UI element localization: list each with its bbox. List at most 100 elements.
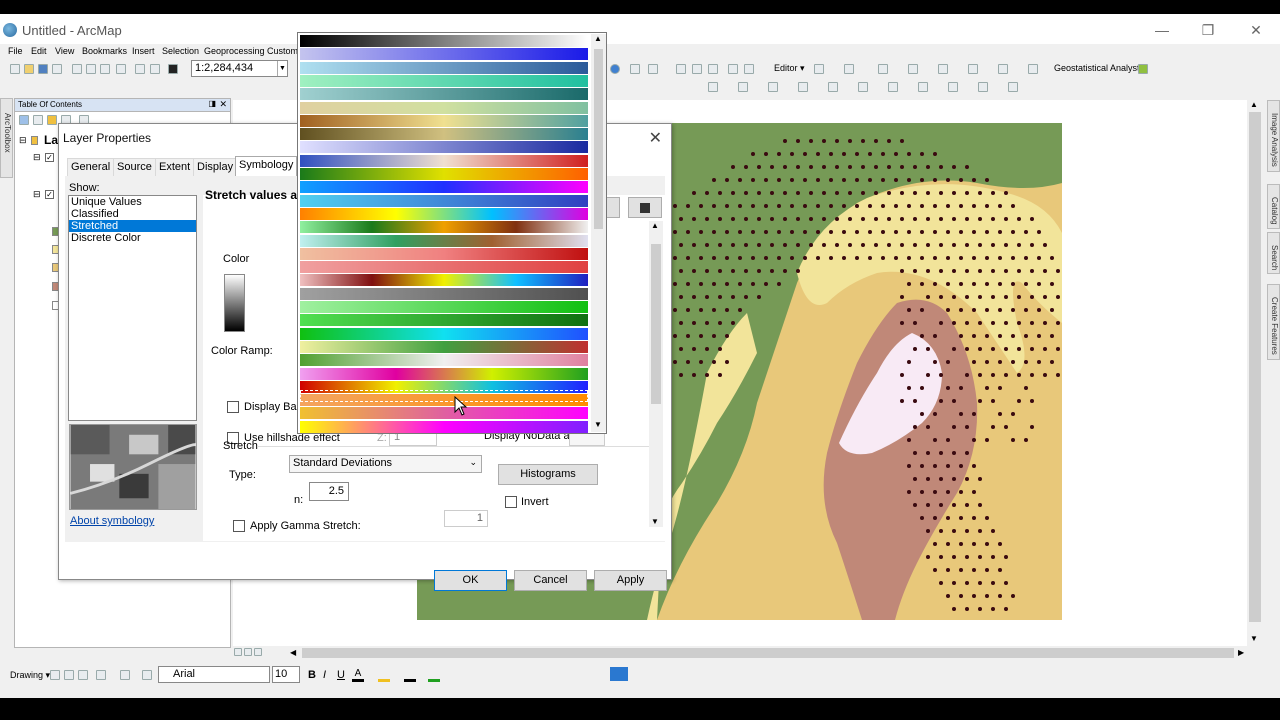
- menu-customize[interactable]: Customi: [267, 46, 300, 56]
- edit-vertices-icon[interactable]: [142, 670, 152, 680]
- hscroll-thumb[interactable]: [302, 648, 1234, 658]
- geostat-wizard-icon[interactable]: [1138, 64, 1148, 74]
- align-right-icon[interactable]: [768, 82, 778, 92]
- map-scale-combo[interactable]: 1:2,284,434 ▼: [191, 60, 288, 77]
- color-ramp-option[interactable]: [300, 181, 588, 194]
- print-icon[interactable]: [52, 64, 62, 74]
- color-ramp-option[interactable]: [300, 61, 588, 74]
- create-features-tab[interactable]: Create Features: [1267, 284, 1280, 360]
- list-by-visibility-icon[interactable]: [47, 115, 57, 125]
- list-by-source-icon[interactable]: [33, 115, 43, 125]
- color-ramp-option[interactable]: [300, 340, 588, 353]
- dialog-close-icon[interactable]: ✕: [649, 128, 662, 148]
- color-ramp-option[interactable]: [300, 194, 588, 207]
- time-slider-icon[interactable]: [744, 64, 754, 74]
- menu-insert[interactable]: Insert: [132, 46, 155, 56]
- show-item-classified[interactable]: Classified: [69, 208, 196, 220]
- color-ramp-option[interactable]: [300, 101, 588, 114]
- about-symbology-link[interactable]: About symbology: [70, 515, 154, 527]
- image-analysis-tab[interactable]: Image Analysis: [1267, 100, 1280, 172]
- scroll-down-icon[interactable]: ▼: [1250, 634, 1258, 643]
- align-center-icon[interactable]: [738, 82, 748, 92]
- color-ramp-option[interactable]: [300, 301, 588, 313]
- tab-general[interactable]: General: [67, 158, 115, 176]
- color-ramp-option[interactable]: [300, 287, 588, 300]
- map-vertical-scrollbar[interactable]: ▲ ▼: [1247, 100, 1263, 646]
- undo-icon[interactable]: [135, 64, 145, 74]
- tab-source[interactable]: Source: [113, 158, 156, 176]
- nudge-icon[interactable]: [978, 82, 988, 92]
- show-item-discrete-color[interactable]: Discrete Color: [69, 232, 196, 244]
- scroll-left-icon[interactable]: ◀: [290, 648, 296, 657]
- bold-button[interactable]: B: [308, 669, 316, 681]
- n-input[interactable]: 2.5: [309, 482, 349, 501]
- gamma-input[interactable]: 1: [444, 510, 488, 527]
- color-ramp-option[interactable]: [300, 88, 588, 101]
- rotate-icon[interactable]: [908, 64, 918, 74]
- stretch-type-select[interactable]: Standard Deviations ⌄: [289, 455, 482, 473]
- restore-icon[interactable]: ❐: [1198, 20, 1218, 40]
- layout-icon[interactable]: [728, 64, 738, 74]
- geostat-menu[interactable]: Geostatistical Analyst ▾: [1054, 63, 1147, 74]
- chevron-down-icon[interactable]: ▼: [277, 61, 287, 76]
- color-ramp-option[interactable]: [300, 74, 588, 87]
- paste-icon[interactable]: [100, 64, 110, 74]
- close-icon[interactable]: ✕: [1246, 20, 1266, 40]
- zoom-whole-page-icon[interactable]: [78, 670, 88, 680]
- copy-icon[interactable]: [86, 64, 96, 74]
- layer-expander-icon[interactable]: ⊟: [33, 152, 41, 163]
- histograms-button[interactable]: Histograms: [498, 464, 598, 485]
- layer2-expander-icon[interactable]: ⊟: [33, 189, 41, 200]
- new-icon[interactable]: [10, 64, 20, 74]
- scroll-up-icon[interactable]: ▲: [1250, 100, 1258, 109]
- ok-button[interactable]: OK: [434, 570, 507, 591]
- rectangle-icon[interactable]: [96, 670, 106, 680]
- rotate-icon[interactable]: [64, 670, 74, 680]
- editor-menu[interactable]: Editor ▾: [774, 63, 805, 74]
- measure-icon[interactable]: [648, 64, 658, 74]
- save-icon[interactable]: [38, 64, 48, 74]
- layer2-visibility-checkbox[interactable]: ✓: [45, 190, 54, 199]
- italic-button[interactable]: I: [323, 669, 326, 681]
- color-ramp-option[interactable]: [300, 354, 588, 367]
- scroll-up-icon[interactable]: ▲: [651, 221, 659, 230]
- search-tab[interactable]: Search: [1267, 232, 1280, 274]
- color-ramp-option[interactable]: [300, 114, 588, 127]
- snapping-icon[interactable]: [998, 64, 1008, 74]
- font-color-icon[interactable]: A: [352, 669, 364, 682]
- map-horizontal-scrollbar[interactable]: ◀ ▶: [262, 646, 1247, 660]
- menu-edit[interactable]: Edit: [31, 46, 47, 56]
- font-name-combo[interactable]: Arial: [158, 666, 270, 683]
- find-icon[interactable]: [630, 64, 640, 74]
- invert-checkbox[interactable]: [505, 496, 517, 508]
- expander-icon[interactable]: ⊟: [19, 135, 27, 146]
- rotate-element-icon[interactable]: [1008, 82, 1018, 92]
- layer-visibility-checkbox[interactable]: ✓: [45, 153, 54, 162]
- color-ramp-option[interactable]: [300, 234, 588, 247]
- select-elements-icon[interactable]: [50, 670, 60, 680]
- marker-color-icon[interactable]: [428, 670, 440, 682]
- color-ramp-option[interactable]: [300, 207, 588, 220]
- selected-fill-swatch[interactable]: [610, 667, 628, 681]
- fill-color-icon[interactable]: [378, 670, 390, 682]
- save-icon[interactable]: [628, 197, 662, 218]
- align-left-icon[interactable]: [708, 82, 718, 92]
- drawing-menu[interactable]: Drawing ▾: [10, 670, 50, 681]
- font-size-combo[interactable]: 10: [272, 666, 300, 683]
- order-icon[interactable]: [948, 82, 958, 92]
- list-by-drawing-order-icon[interactable]: [19, 115, 29, 125]
- scroll-up-icon[interactable]: ▲: [594, 34, 602, 43]
- topology-icon[interactable]: [1028, 64, 1038, 74]
- distribute-icon[interactable]: [828, 82, 838, 92]
- split-icon[interactable]: [878, 64, 888, 74]
- group-icon[interactable]: [888, 82, 898, 92]
- color-ramp-option[interactable]: [300, 247, 588, 260]
- color-ramp-option[interactable]: [300, 221, 588, 234]
- tab-symbology[interactable]: Symbology: [235, 156, 298, 176]
- tab-extent[interactable]: Extent: [155, 158, 195, 176]
- tab-display[interactable]: Display: [193, 158, 238, 176]
- catalog-tab[interactable]: Catalog: [1267, 184, 1280, 229]
- color-ramp-option[interactable]: [300, 367, 588, 380]
- color-ramp-dropdown[interactable]: ▲ ▼: [297, 32, 607, 434]
- menu-bookmarks[interactable]: Bookmarks: [82, 46, 127, 56]
